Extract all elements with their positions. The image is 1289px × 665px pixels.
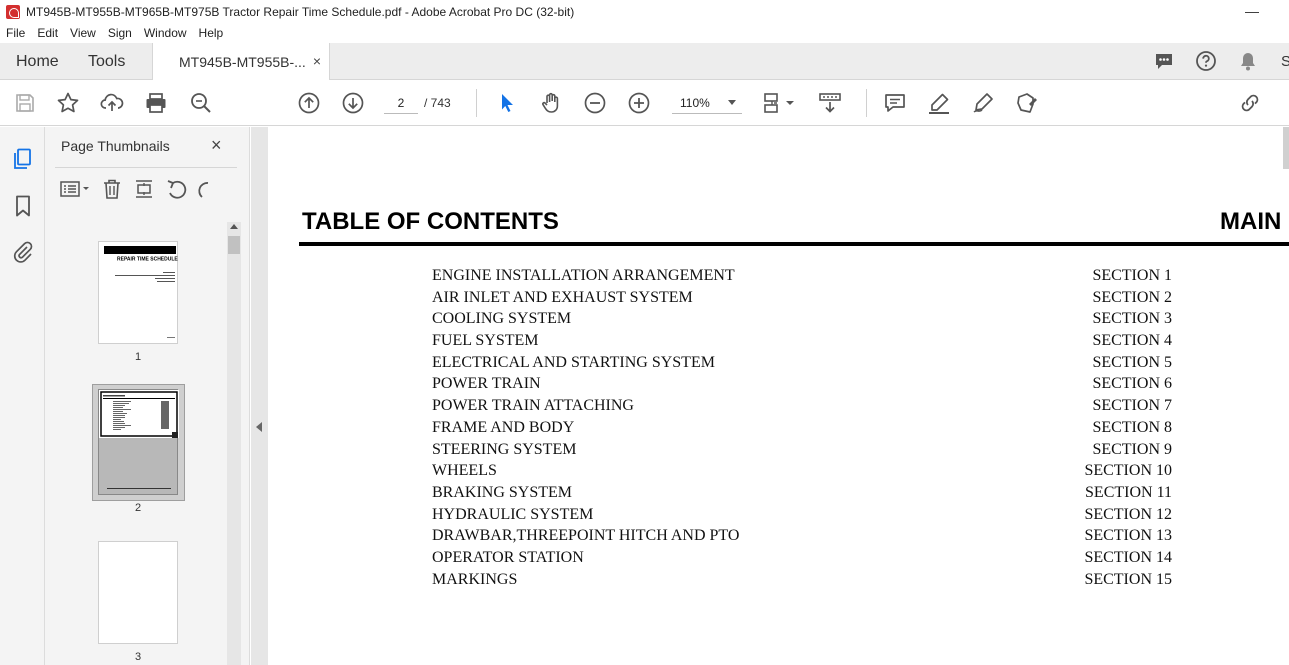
collapse-arrow-icon <box>256 422 262 432</box>
delete-icon[interactable] <box>101 178 123 200</box>
scroll-thumb[interactable] <box>228 236 240 254</box>
title-bar: MT945B-MT955B-MT965B-MT975B Tractor Repa… <box>0 0 1289 23</box>
page-number-input[interactable] <box>384 92 418 114</box>
thumbnail-page-3[interactable] <box>98 541 178 644</box>
hand-icon[interactable] <box>539 91 563 115</box>
thumbnail-number-2: 2 <box>134 502 142 514</box>
document-scrollbar[interactable] <box>1283 127 1289 169</box>
thumbnail-number-1: 1 <box>134 351 142 363</box>
toc-entry[interactable]: HYDRAULIC SYSTEM SECTION 12 <box>432 506 1172 528</box>
comment-icon[interactable] <box>883 91 907 115</box>
document-view: TABLE OF CONTENTS MAIN ENGINE INSTALLATI… <box>268 127 1289 665</box>
thumbnail-page-1[interactable]: REPAIR TIME SCHEDULE <box>98 241 178 344</box>
draw-icon[interactable] <box>971 91 995 115</box>
highlight-icon[interactable] <box>927 91 951 115</box>
toc-entry[interactable]: FUEL SYSTEM SECTION 4 <box>432 332 1172 354</box>
page-total: / 743 <box>424 96 451 110</box>
rotate-right-icon[interactable] <box>197 178 209 200</box>
extract-pages-icon[interactable] <box>133 178 155 200</box>
toc-entry[interactable]: STEERING SYSTEM SECTION 9 <box>432 441 1172 463</box>
toc-entry[interactable]: WHEELS SECTION 10 <box>432 462 1172 484</box>
toc-entry[interactable]: POWER TRAIN SECTION 6 <box>432 375 1172 397</box>
scroll-up-arrow-icon[interactable] <box>230 224 238 229</box>
tab-home[interactable]: Home <box>16 53 59 71</box>
svg-text:S: S <box>1281 53 1289 70</box>
thumbnail-page-2[interactable] <box>98 389 179 495</box>
print-icon[interactable] <box>144 91 168 115</box>
user-initial-icon[interactable]: S <box>1279 50 1289 72</box>
bookmark-star-icon[interactable] <box>56 91 80 115</box>
panel-close-button[interactable]: × <box>211 135 222 156</box>
toc-entry[interactable]: COOLING SYSTEM SECTION 3 <box>432 310 1172 332</box>
toc-list: ENGINE INSTALLATION ARRANGEMENT SECTION 1… <box>432 267 1172 592</box>
thumbnail-list: REPAIR TIME SCHEDULE 1 2 3 <box>45 222 230 665</box>
zoom-out-icon[interactable] <box>583 91 607 115</box>
menu-view[interactable]: View <box>70 26 96 40</box>
zoom-in-icon[interactable] <box>627 91 651 115</box>
select-cursor-icon[interactable] <box>495 91 519 115</box>
stamp-icon[interactable] <box>1015 91 1039 115</box>
minimize-button[interactable]: — <box>1245 3 1259 19</box>
toolbar-separator <box>476 89 477 117</box>
account-icons: S <box>1153 50 1289 72</box>
share-link-icon[interactable] <box>1238 91 1262 115</box>
thumbnail-page-1-preview: REPAIR TIME SCHEDULE <box>104 246 178 338</box>
scroll-mode-icon[interactable] <box>818 91 842 115</box>
acrobat-logo-icon <box>6 4 20 19</box>
search-icon[interactable] <box>189 91 213 115</box>
next-page-icon[interactable] <box>341 91 365 115</box>
main-toolbar: / 743 110% <box>0 80 1289 126</box>
tab-document[interactable]: MT945B-MT955B-... × <box>152 43 330 81</box>
tab-tools[interactable]: Tools <box>88 53 125 71</box>
menu-edit[interactable]: Edit <box>37 26 58 40</box>
thumbnails-panel: Page Thumbnails × REPAIR TIME SCHEDULE 1… <box>45 127 250 665</box>
rotate-left-icon[interactable] <box>165 178 187 200</box>
prev-page-icon[interactable] <box>297 91 321 115</box>
zoom-select[interactable]: 110% <box>672 92 742 114</box>
toc-entry[interactable]: MARKINGS SECTION 15 <box>432 571 1172 593</box>
menu-bar: File Edit View Sign Window Help <box>0 23 1289 43</box>
bookmarks-icon[interactable] <box>11 194 35 218</box>
toc-entry[interactable]: OPERATOR STATION SECTION 14 <box>432 549 1172 571</box>
save-icon[interactable] <box>13 91 37 115</box>
toc-entry[interactable]: DRAWBAR,THREEPOINT HITCH AND PTO SECTION … <box>432 527 1172 549</box>
panel-divider <box>55 167 237 168</box>
chevron-down-icon <box>728 100 736 105</box>
menu-help[interactable]: Help <box>199 26 224 40</box>
thumbnail-scrollbar[interactable] <box>227 222 241 665</box>
page-layout-icon[interactable] <box>762 91 798 115</box>
bell-icon[interactable] <box>1237 50 1259 72</box>
toc-entry[interactable]: FRAME AND BODY SECTION 8 <box>432 419 1172 441</box>
toc-heading-right: MAIN <box>1220 208 1282 235</box>
thumbnail-1-heading: REPAIR TIME SCHEDULE <box>117 257 178 263</box>
panel-toolbar <box>59 177 219 201</box>
chat-icon[interactable] <box>1153 50 1175 72</box>
heading-rule <box>299 242 1289 246</box>
tab-bar: Home Tools MT945B-MT955B-... × S <box>0 43 1289 81</box>
tab-close-button[interactable]: × <box>313 53 321 69</box>
toc-heading: TABLE OF CONTENTS <box>302 208 559 235</box>
thumbnail-number-3: 3 <box>134 651 142 663</box>
menu-window[interactable]: Window <box>144 26 187 40</box>
toc-entry[interactable]: ENGINE INSTALLATION ARRANGEMENT SECTION 1 <box>432 267 1172 289</box>
toc-entry[interactable]: AIR INLET AND EXHAUST SYSTEM SECTION 2 <box>432 289 1172 311</box>
toc-entry[interactable]: BRAKING SYSTEM SECTION 11 <box>432 484 1172 506</box>
menu-sign[interactable]: Sign <box>108 26 132 40</box>
menu-file[interactable]: File <box>6 26 25 40</box>
help-icon[interactable] <box>1195 50 1217 72</box>
page-thumbnails-icon[interactable] <box>11 147 35 171</box>
thumbnail-page-2-preview <box>99 390 179 489</box>
options-menu-icon[interactable] <box>59 178 91 200</box>
left-nav-rail <box>0 127 45 665</box>
upload-icon[interactable] <box>100 91 124 115</box>
window-title: MT945B-MT955B-MT965B-MT975B Tractor Repa… <box>26 4 575 19</box>
tab-document-label: MT945B-MT955B-... <box>179 54 306 70</box>
attachments-icon[interactable] <box>11 240 35 264</box>
toc-entry[interactable]: ELECTRICAL AND STARTING SYSTEM SECTION 5 <box>432 354 1172 376</box>
panel-title: Page Thumbnails <box>61 138 170 154</box>
zoom-value: 110% <box>680 96 710 110</box>
toc-entry[interactable]: POWER TRAIN ATTACHING SECTION 7 <box>432 397 1172 419</box>
toolbar-separator <box>866 89 867 117</box>
panel-collapse-handle[interactable] <box>251 127 268 665</box>
